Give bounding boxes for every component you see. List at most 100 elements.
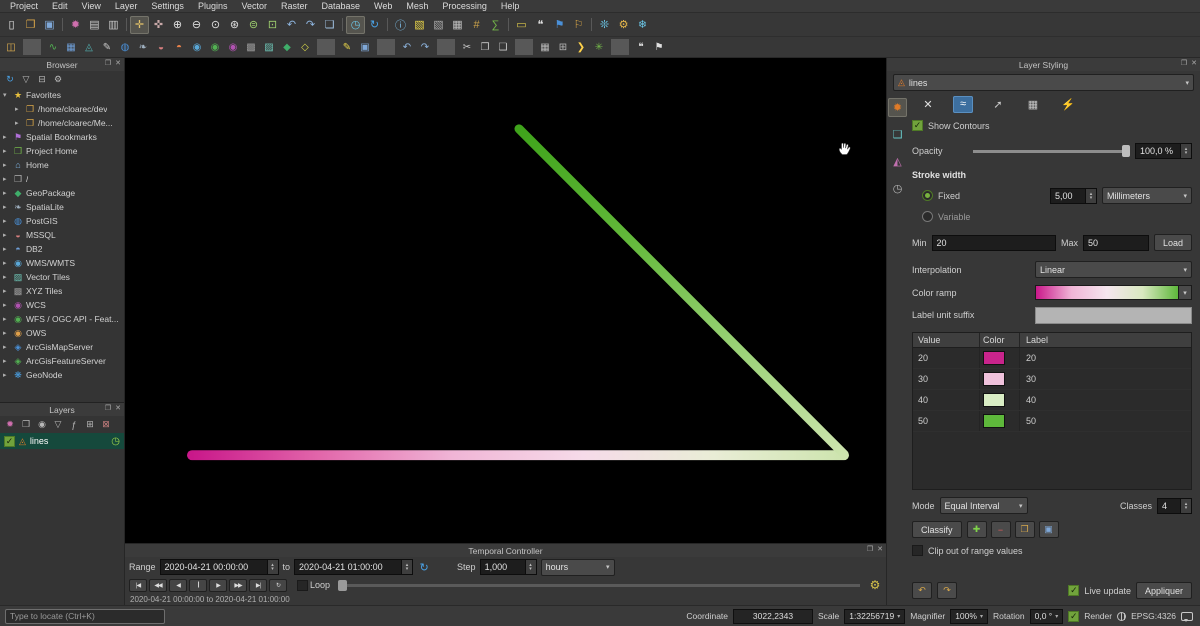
browser-item-db2[interactable]: ▸ ◓ DB2 [0,242,124,256]
menu-item[interactable]: View [75,0,108,13]
expand-arrow-icon[interactable]: ▸ [3,287,10,295]
styling-layer-select[interactable]: ◬ lines [893,74,1194,91]
browser-item-wms[interactable]: ▸ ◉ WMS/WMTS [0,256,124,270]
copy-features-icon[interactable]: ❐ [476,39,494,55]
zoom-to-layer-icon[interactable]: ⊡ [263,16,282,34]
browser-item-root[interactable]: ▸ ❒ / [0,172,124,186]
pan-to-selection-icon[interactable]: ✜ [149,16,168,34]
opacity-slider[interactable] [973,144,1130,158]
class-value[interactable]: 40 [913,395,979,405]
zoom-full-icon[interactable]: ⊛ [225,16,244,34]
georeferencer-icon[interactable]: ⊞ [554,39,572,55]
temporal-slider[interactable] [338,579,860,591]
add-vector-layer-icon[interactable]: ∿ [44,39,62,55]
log-messages-icon[interactable] [1181,612,1193,621]
browser-item-mssql[interactable]: ▸ ◒ MSSQL [0,228,124,242]
add-spatialite-icon[interactable]: ❧ [134,39,152,55]
menu-item[interactable]: Layer [108,0,145,13]
redo-icon[interactable]: ↷ [416,39,434,55]
show-bookmarks-icon[interactable]: ⚐ [569,16,588,34]
zoom-to-selection-icon[interactable]: ⊜ [244,16,263,34]
browser-item-vector-tiles[interactable]: ▸ ▨ Vector Tiles [0,270,124,284]
filter-expression-icon[interactable]: ƒ [67,418,81,432]
expand-arrow-icon[interactable]: ▸ [3,203,10,211]
manage-map-themes-icon[interactable]: ◉ [35,418,49,432]
add-vector-tile-icon[interactable]: ▨ [260,39,278,55]
label-unit-suffix-input[interactable] [1035,307,1192,324]
new-print-layout-icon[interactable]: ▤ [85,16,104,34]
layer-item-lines[interactable]: ◬ lines ◷ [0,433,124,449]
coordinate-value[interactable]: 3022,2343 [733,609,813,624]
close-panel-icon[interactable]: ✕ [1191,59,1197,67]
undo-icon[interactable]: ↶ [398,39,416,55]
menu-item[interactable]: Plugins [191,0,235,13]
add-wms-icon[interactable]: ◉ [188,39,206,55]
classify-button[interactable]: Classify [912,521,962,538]
expand-arrow-icon[interactable]: ▸ [3,245,10,253]
style-undo-button[interactable]: ↶ [912,582,932,599]
expand-arrow-icon[interactable]: ▸ [3,147,10,155]
range-end-input[interactable]: 2020-04-21 01:00:00 [294,559,413,575]
skip-to-start-button[interactable]: |◀ [129,579,147,592]
class-value[interactable]: 50 [913,416,979,426]
locate-input[interactable]: Type to locate (Ctrl+K) [5,609,165,624]
class-label[interactable]: 50 [1019,411,1191,431]
menu-item[interactable]: Settings [144,0,191,13]
add-mesh-layer-icon[interactable]: ◬ [80,39,98,55]
load-classes-button[interactable]: ❐ [1015,521,1035,538]
float-panel-icon[interactable]: ❐ [105,404,111,412]
expand-arrow-icon[interactable]: ▸ [3,133,10,141]
play-backward-button[interactable]: ◀ [169,579,187,592]
zoom-next-icon[interactable]: ↷ [301,16,320,34]
browser-item-spatialite[interactable]: ▸ ❧ SpatiaLite [0,200,124,214]
pan-map-icon[interactable]: ✛ [130,16,149,34]
opacity-value-input[interactable]: 100,0 % [1135,143,1192,159]
cut-features-icon[interactable]: ✂ [458,39,476,55]
snowflake-plugin-icon[interactable]: ❄ [633,16,652,34]
expand-arrow-icon[interactable]: ▸ [3,175,10,183]
refresh-temporal-range-icon[interactable]: ↻ [417,560,431,574]
temporal-layer-indicator-icon[interactable]: ◷ [111,436,120,447]
interpolation-select[interactable]: Linear [1035,261,1192,278]
add-mssql-icon[interactable]: ◒ [152,39,170,55]
tab-vectors[interactable]: ➚ [988,96,1008,113]
class-color-swatch[interactable] [983,414,1005,428]
expand-arrow-icon[interactable]: ▾ [3,91,10,99]
close-panel-icon[interactable]: ✕ [115,59,121,67]
loop-restart-button[interactable]: ↻ [269,579,287,592]
load-button[interactable]: Load [1154,234,1192,251]
menu-item[interactable]: Help [494,0,527,13]
expand-arrow-icon[interactable]: ▸ [15,119,22,127]
log-bubble-icon[interactable]: ❝ [632,39,650,55]
toggle-editing-icon[interactable]: ✎ [338,39,356,55]
variable-width-radio[interactable] [922,211,933,222]
layer-visibility-checkbox[interactable] [4,436,15,447]
tab-averaging[interactable]: ⚡ [1058,96,1078,113]
expand-arrow-icon[interactable]: ▸ [3,259,10,267]
class-label[interactable]: 30 [1019,369,1191,389]
zoom-native-icon[interactable]: ⊙ [206,16,225,34]
menu-item[interactable]: Project [3,0,45,13]
scale-select[interactable]: 1:32256719 [844,609,905,624]
loop-checkbox[interactable] [297,580,308,591]
measure-line-icon[interactable]: ▭ [512,16,531,34]
expand-arrow-icon[interactable]: ▸ [3,357,10,365]
browser-item-ows[interactable]: ▸ ◉ OWS [0,326,124,340]
class-color-swatch[interactable] [983,372,1005,386]
zoom-in-icon[interactable]: ⊕ [168,16,187,34]
crs-status[interactable]: EPSG:4326 [1131,611,1176,621]
class-label[interactable]: 20 [1019,348,1191,368]
float-panel-icon[interactable]: ❐ [1181,59,1187,67]
close-panel-icon[interactable]: ✕ [115,404,121,412]
menu-item[interactable]: Edit [45,0,75,13]
add-raster-layer-icon[interactable]: ▦ [62,39,80,55]
data-source-manager-icon[interactable]: ◫ [2,39,20,55]
open-layer-styling-icon[interactable]: ✹ [3,418,17,432]
color-ramp-select[interactable]: ▾ [1035,285,1192,300]
temporal-controller-icon[interactable]: ◷ [346,16,365,34]
apply-button[interactable]: Appliquer [1136,582,1192,599]
new-geopackage-icon[interactable]: ◆ [278,39,296,55]
map-canvas[interactable] [125,58,886,543]
mode-select[interactable]: Equal Interval [940,497,1028,514]
class-label[interactable]: 40 [1019,390,1191,410]
